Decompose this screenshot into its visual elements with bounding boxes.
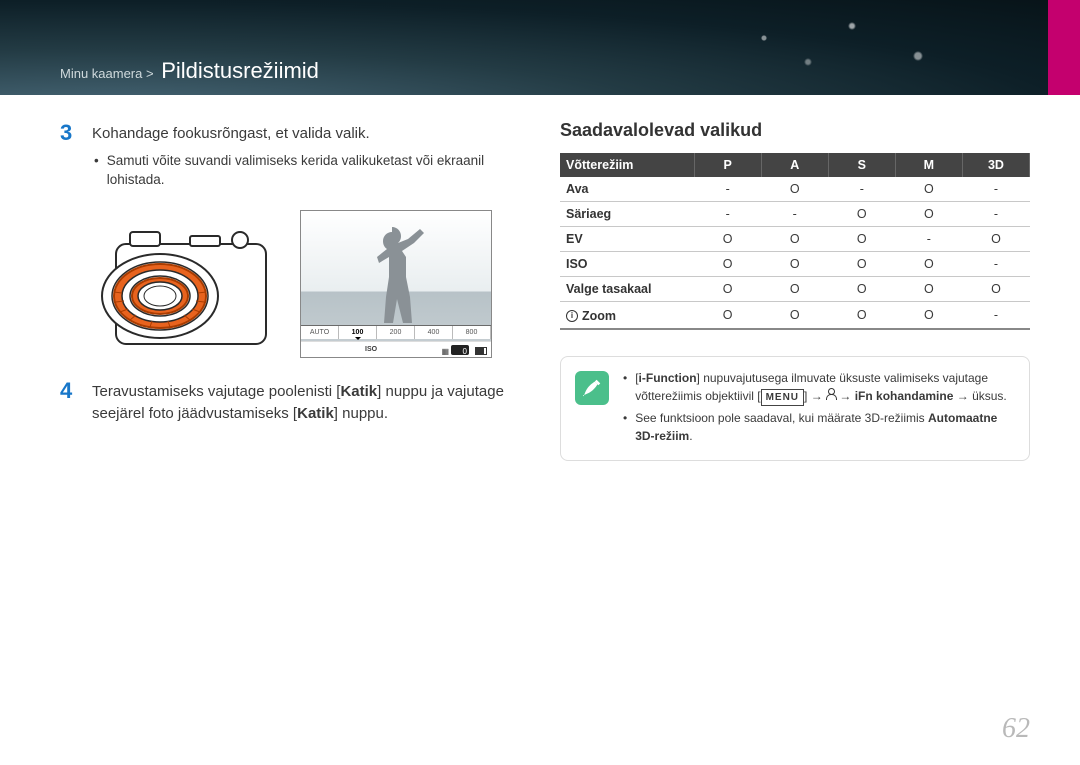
note-box: [i-Function] nupuvajutusega ilmuvate üks… [560,356,1030,461]
row-cell: O [895,252,962,277]
hdr-3d: 3D [962,153,1029,177]
row-label: Säriaeg [560,202,694,227]
iso-200: 200 [377,326,415,339]
row-cell: O [895,202,962,227]
table-row-zoom: iZoomOOOO- [560,302,1030,329]
row-cell: - [694,177,761,202]
row-cell: - [694,202,761,227]
row-cell: O [828,302,895,329]
battery-icon [475,347,487,355]
table-row: Ava-O-O- [560,177,1030,202]
iso-800: 800 [453,326,491,339]
table-row: EVOOO-O [560,227,1030,252]
person-icon [826,388,836,400]
lcd-status-row: ISO ▦ 0 [301,341,491,357]
step-3-text: Kohandage fookusrõngast, et valida valik… [92,123,515,145]
row-label: EV [560,227,694,252]
row-label: Valge tasakaal [560,277,694,302]
row-label-zoom: iZoom [560,302,694,329]
person-silhouette [356,221,436,323]
lcd-preview: AUTO 100 200 400 800 ISO ▦ 0 [300,210,492,358]
camera-drawing [90,210,274,360]
ev-icon: ▦ [441,347,449,356]
row-cell: - [828,177,895,202]
illustration-row: AUTO 100 200 400 800 ISO ▦ 0 [90,210,515,360]
table-header-row: Võtterežiim P A S M 3D [560,153,1030,177]
row-cell: O [694,227,761,252]
step-number-4: 4 [60,378,78,425]
available-options-title: Saadavalolevad valikud [560,120,1030,141]
row-cell: O [828,227,895,252]
page-number: 62 [1002,713,1030,745]
note-pen-icon [575,371,609,405]
table-row: Säriaeg--OO- [560,202,1030,227]
options-table: Võtterežiim P A S M 3D Ava-O-O-Säriaeg--… [560,153,1030,330]
iso-400: 400 [415,326,453,339]
row-cell: O [895,177,962,202]
row-cell: O [828,277,895,302]
hdr-p: P [694,153,761,177]
header-band: Minu kaamera > Pildistusrežiimid [0,0,1080,95]
row-cell: O [895,277,962,302]
row-cell: O [828,252,895,277]
row-label: Ava [560,177,694,202]
row-cell: O [761,277,828,302]
row-cell: O [761,177,828,202]
step-4-text: Teravustamiseks vajutage poolenisti [Kat… [92,378,515,425]
note-line-2: See funktsioon pole saadaval, kui määrat… [623,409,1015,445]
iso-label: ISO [365,346,377,353]
hdr-mode: Võtterežiim [560,153,694,177]
magenta-tab [1048,0,1080,95]
iso-scale: AUTO 100 200 400 800 [301,325,491,339]
breadcrumb-prefix: Minu kaamera > [60,66,154,81]
row-cell: O [694,302,761,329]
row-cell: O [962,277,1029,302]
row-label: ISO [560,252,694,277]
row-cell: O [761,302,828,329]
iso-auto: AUTO [301,326,339,339]
row-cell: O [694,252,761,277]
row-cell: O [694,277,761,302]
note-line-1: [i-Function] nupuvajutusega ilmuvate üks… [623,369,1015,406]
row-cell: O [761,252,828,277]
row-cell: O [828,202,895,227]
table-row: ISOOOOO- [560,252,1030,277]
hdr-s: S [828,153,895,177]
row-cell: - [962,302,1029,329]
row-cell: O [962,227,1029,252]
menu-icon: MENU [761,389,804,406]
row-cell: - [895,227,962,252]
hdr-m: M [895,153,962,177]
iso-100: 100 [339,326,377,339]
step-3-bullet: Samuti võite suvandi valimiseks kerida v… [94,151,515,190]
step-4: 4 Teravustamiseks vajutage poolenisti [K… [60,378,515,425]
step-3: 3 Kohandage fookusrõngast, et valida val… [60,120,515,200]
ev-value: 0 [463,347,467,356]
row-cell: - [962,202,1029,227]
row-cell: - [962,252,1029,277]
row-cell: O [761,227,828,252]
hdr-a: A [761,153,828,177]
row-cell: - [962,177,1029,202]
breadcrumb: Minu kaamera > Pildistusrežiimid [60,58,319,84]
table-row: Valge tasakaalOOOOO [560,277,1030,302]
step-number-3: 3 [60,120,78,200]
row-cell: - [761,202,828,227]
page-title: Pildistusrežiimid [161,58,319,83]
row-cell: O [895,302,962,329]
